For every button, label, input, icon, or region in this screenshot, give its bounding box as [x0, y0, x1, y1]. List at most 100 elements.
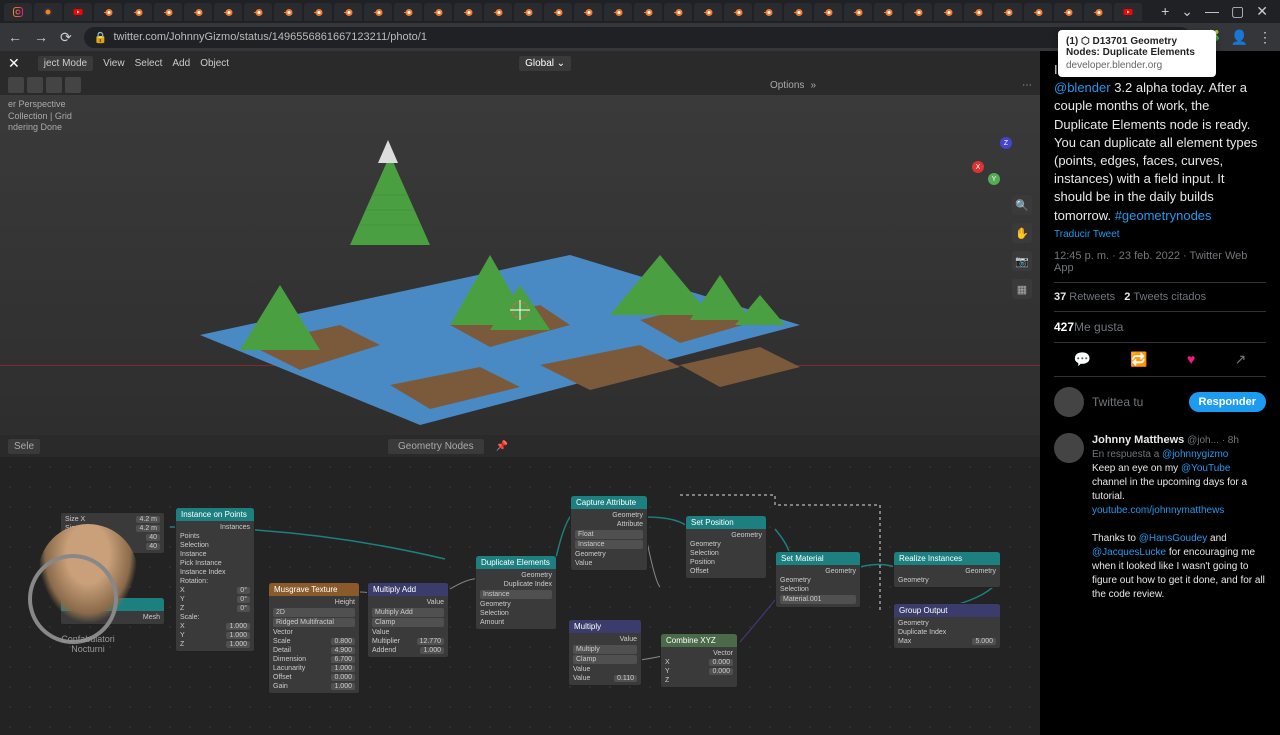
node-capture-attribute[interactable]: Capture Attribute Geometry Attribute Flo… — [570, 495, 648, 571]
tab-blender[interactable] — [844, 3, 872, 21]
tab-blender[interactable] — [1024, 3, 1052, 21]
window-close[interactable]: ✕ — [1256, 3, 1268, 20]
reply-tweet[interactable]: Johnny Matthews @joh... · 8h En respuest… — [1054, 433, 1266, 602]
tab-blender[interactable] — [574, 3, 602, 21]
node-multiply-add[interactable]: Multiply Add Value Multiply Add Clamp Va… — [367, 582, 449, 658]
tweet-text: I got a new node added into @blender 3.2… — [1054, 61, 1266, 225]
reply-button[interactable]: Responder — [1189, 392, 1266, 412]
node-set-position[interactable]: Set Position Geometry Geometry Selection… — [685, 515, 767, 579]
tooltip-title: (1) ⬡ D13701 Geometry Nodes: Duplicate E… — [1066, 36, 1208, 58]
expand-icon[interactable]: » — [810, 80, 816, 91]
camera-icon[interactable]: 📷 — [1012, 251, 1032, 271]
url-field[interactable]: 🔒 twitter.com/JohnnyGizmo/status/1496556… — [84, 27, 1191, 48]
tool-icon[interactable] — [65, 77, 81, 93]
tab-blender[interactable] — [664, 3, 692, 21]
retweet-icon[interactable]: 🔁 — [1130, 351, 1147, 368]
share-icon[interactable]: ↗ — [1235, 351, 1247, 368]
menu-object[interactable]: Object — [200, 58, 229, 69]
node-group-output[interactable]: Group Output Geometry Duplicate Index Ma… — [893, 603, 1001, 649]
node-multiply[interactable]: Multiply Value Multiply Clamp Value Valu… — [568, 619, 642, 686]
viewport-3d[interactable]: er Perspective Collection | Grid ndering… — [0, 95, 1040, 435]
tab-blender[interactable] — [634, 3, 662, 21]
node-duplicate-elements[interactable]: Duplicate Elements Geometry Duplicate In… — [475, 555, 557, 630]
avatar — [1054, 433, 1084, 463]
tab-blender[interactable] — [754, 3, 782, 21]
ortho-icon[interactable]: ▦ — [1012, 279, 1032, 299]
tab-blender[interactable] — [214, 3, 242, 21]
node-realize-instances[interactable]: Realize Instances Geometry Geometry — [893, 551, 1001, 588]
node-set-material[interactable]: Set Material Geometry Geometry Selection… — [775, 551, 861, 608]
navigation-gizmo[interactable]: ZXY — [972, 135, 1026, 189]
tool-icon[interactable] — [46, 77, 62, 93]
tab-blender[interactable] — [334, 3, 362, 21]
zoom-icon[interactable]: 🔍 — [1012, 195, 1032, 215]
pan-icon[interactable]: ✋ — [1012, 223, 1032, 243]
menu-icon[interactable]: ⋮ — [1258, 29, 1272, 46]
more-icon[interactable]: ⋯ — [1022, 80, 1032, 91]
new-tab-button[interactable]: + — [1161, 3, 1169, 20]
tab-blender[interactable] — [814, 3, 842, 21]
reply-icon[interactable]: 💬 — [1074, 351, 1091, 368]
menu-view[interactable]: View — [103, 58, 125, 69]
tab-blender[interactable] — [1054, 3, 1082, 21]
tab-blender[interactable] — [304, 3, 332, 21]
tooltip-domain: developer.blender.org — [1066, 60, 1208, 71]
voxel-scene — [120, 135, 840, 435]
tab-blender[interactable] — [964, 3, 992, 21]
tool-icon[interactable] — [27, 77, 43, 93]
streamer-overlay: ConfabulatoriNocturni — [18, 524, 158, 664]
select-label: Sele — [8, 439, 40, 454]
tab-blender[interactable] — [874, 3, 902, 21]
menu-add[interactable]: Add — [172, 58, 190, 69]
viewport-info: er Perspective Collection | Grid ndering… — [8, 99, 72, 134]
tab-blender[interactable] — [694, 3, 722, 21]
tab-instagram[interactable] — [4, 3, 32, 21]
tab-blender[interactable] — [244, 3, 272, 21]
tab-blender[interactable] — [154, 3, 182, 21]
tab-blender[interactable] — [724, 3, 752, 21]
window-max[interactable]: ▢ — [1231, 3, 1244, 20]
tab-blender[interactable] — [514, 3, 542, 21]
mode-dropdown[interactable]: ject Mode — [38, 56, 93, 71]
close-overlay[interactable]: ✕ — [8, 55, 20, 72]
tab-blender[interactable] — [604, 3, 632, 21]
tab-youtube[interactable] — [64, 3, 92, 21]
tab-strip: for(let i=0;i<34;i++)document.write('<di… — [0, 0, 1280, 23]
tab-blender[interactable] — [1084, 3, 1112, 21]
tab-blender[interactable] — [904, 3, 932, 21]
tab-blender[interactable] — [484, 3, 512, 21]
tab-blender[interactable] — [364, 3, 392, 21]
window-min[interactable]: — — [1205, 3, 1219, 20]
node-instance-on-points[interactable]: Instance on Points Instances Points Sele… — [175, 507, 255, 652]
menu-select[interactable]: Select — [135, 58, 163, 69]
options-button[interactable]: Options — [770, 80, 804, 91]
translate-link[interactable]: Traducir Tweet — [1054, 229, 1266, 240]
tool-icon[interactable] — [8, 77, 24, 93]
tab-blender[interactable] — [94, 3, 122, 21]
tab-blender[interactable] — [184, 3, 212, 21]
tab-blender[interactable] — [394, 3, 422, 21]
tabs-chevron[interactable]: ⌄ — [1181, 3, 1193, 20]
forward-button[interactable]: → — [34, 29, 48, 46]
tab-blender[interactable] — [934, 3, 962, 21]
node-musgrave[interactable]: Musgrave Texture Height 2D Ridged Multif… — [268, 582, 360, 694]
mention-blender[interactable]: @blender — [1054, 80, 1111, 95]
node-combine-xyz[interactable]: Combine XYZ Vector X0.000 Y0.000 Z — [660, 633, 738, 688]
tab-blender[interactable] — [994, 3, 1022, 21]
profile-icon[interactable]: 👤 — [1231, 29, 1248, 46]
tab-stackoverflow[interactable] — [34, 3, 62, 21]
tab-blender[interactable] — [784, 3, 812, 21]
tab-blender[interactable] — [274, 3, 302, 21]
tab-blender[interactable] — [424, 3, 452, 21]
tab-youtube-2[interactable] — [1114, 3, 1142, 21]
tab-blender[interactable] — [454, 3, 482, 21]
hashtag-geometrynodes[interactable]: #geometrynodes — [1115, 208, 1212, 223]
reply-input[interactable]: Twittea tu — [1092, 395, 1181, 409]
tab-blender[interactable] — [124, 3, 152, 21]
nodetree-name[interactable]: Geometry Nodes — [388, 439, 484, 454]
reload-button[interactable]: ⟳ — [60, 29, 72, 46]
orientation-dropdown[interactable]: Global ⌄ — [519, 56, 571, 71]
like-icon[interactable]: ♥ — [1187, 351, 1195, 368]
back-button[interactable]: ← — [8, 29, 22, 46]
tab-blender[interactable] — [544, 3, 572, 21]
